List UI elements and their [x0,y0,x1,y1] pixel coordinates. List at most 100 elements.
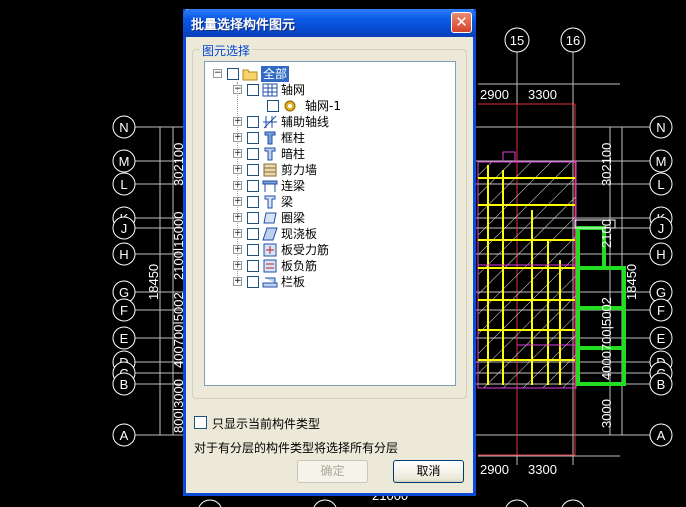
svg-text:A: A [120,428,129,443]
svg-text:H: H [119,247,128,262]
right-axis-bubble-b: B [649,372,673,396]
right-axis-bubble-f: F [649,298,673,322]
aux-axis-icon [262,114,278,130]
tree-checkbox[interactable] [247,228,259,240]
svg-text:F: F [657,303,665,318]
tree-checkbox[interactable] [247,260,259,272]
gear-icon [282,98,298,114]
tree-checkbox[interactable] [267,100,279,112]
left-axis-bubble-h: H [112,242,136,266]
tree-item-label: 辅助轴线 [281,115,330,129]
svg-text:G: G [656,285,666,300]
tree-item-label: 暗柱 [281,147,306,161]
right-axis-bubbles: NMLKJHGFEDCBA [649,115,673,447]
tree-item-label: 全部 [261,66,290,82]
left-total-dim: 18450 [146,264,161,300]
dialog-title: 批量选择构件图元 [191,18,296,33]
slab-rebar-icon [262,242,278,258]
tree-checkbox[interactable] [247,132,259,144]
expand-icon[interactable]: + [233,277,242,286]
bottom-dim-2900: 2900 [480,462,509,477]
left-axis-bubble-m: M [112,149,136,173]
svg-text:N: N [656,120,665,135]
svg-text:J: J [658,221,665,236]
right-dim-upper: 302100 [599,143,614,186]
tree-item-label: 剪力墙 [281,163,318,177]
ring-beam-icon [262,210,278,226]
tree-checkbox[interactable] [247,164,259,176]
tree-item-label: 轴网 [281,83,306,97]
svg-text:A: A [657,428,666,443]
tree-checkbox[interactable] [247,116,259,128]
svg-text:15: 15 [510,33,524,48]
layer-note: 对于有分层的构件类型将选择所有分层 [194,441,399,455]
tree-item-label: 梁 [281,195,294,209]
tree-checkbox[interactable] [247,276,259,288]
hidden-column-icon [262,146,278,162]
only-current-type-checkbox[interactable] [194,416,207,429]
ok-button[interactable]: 确定 [297,460,368,483]
left-axis-bubble-e: E [112,326,136,350]
group-label: 图元选择 [200,42,253,59]
axis-bubble-16: 16 [560,27,586,53]
tree-item-label: 现浇板 [281,227,318,241]
right-axis-bubble-l: L [649,172,673,196]
right-axis-bubble-n: N [649,115,673,139]
svg-text:H: H [656,247,665,262]
tree-item-label: 轴网-1 [305,99,341,113]
svg-text:G: G [119,285,129,300]
right-dim-mid: 2100 [599,219,614,248]
svg-text:E: E [657,331,666,346]
right-axis-bubble-a: A [649,423,673,447]
left-axis-bubble-f: F [112,298,136,322]
svg-text:M: M [119,154,130,169]
close-button[interactable]: ✕ [451,12,472,33]
svg-text:B: B [657,377,666,392]
left-axis-bubble-j: J [112,216,136,240]
slab-neg-rebar-icon [262,258,278,274]
tree-checkbox[interactable] [247,148,259,160]
tree-item-label: 圈梁 [281,211,306,225]
left-axis-bubble-b: B [112,372,136,396]
left-axis-bubble-n: N [112,115,136,139]
svg-text:M: M [656,154,667,169]
tree-checkbox[interactable] [247,84,259,96]
svg-text:B: B [120,377,129,392]
tree-checkbox[interactable] [247,212,259,224]
dialog-titlebar[interactable]: 批量选择构件图元 ✕ [183,9,476,37]
column-icon [262,130,278,146]
right-dim-bottom: 3000 [599,399,614,428]
svg-text:N: N [119,120,128,135]
only-current-type-label: 只显示当前构件类型 [212,417,321,431]
left-axis-bubble-l: L [112,172,136,196]
svg-text:L: L [657,177,664,192]
right-total-dim: 18450 [624,264,639,300]
left-axis-bubbles: NMLKJHGFEDCBA [112,115,136,447]
tree-checkbox[interactable] [247,180,259,192]
tree-checkbox[interactable] [247,244,259,256]
right-axis-bubble-m: M [649,149,673,173]
tree-item-label: 框柱 [281,131,306,145]
collapse-icon[interactable]: − [213,69,222,78]
top-dim-2900: 2900 [480,87,509,102]
top-dim-3300: 3300 [528,87,557,102]
right-axis-bubble-j: J [649,216,673,240]
tree-item-label: 板受力筋 [281,243,330,257]
folder-icon [242,66,258,82]
svg-text:L: L [120,177,127,192]
axis-bubble-15: 15 [504,27,530,53]
svg-text:F: F [120,303,128,318]
right-axis-bubble-e: E [649,326,673,350]
slab-hatch-area [477,161,577,389]
tree-item-label: 连梁 [281,179,306,193]
beam-icon [262,194,278,210]
tree-checkbox[interactable] [247,196,259,208]
cancel-button[interactable]: 取消 [393,460,464,483]
bottom-dim-3300: 3300 [528,462,557,477]
svg-text:E: E [120,331,129,346]
right-axis-bubble-h: H [649,242,673,266]
element-tree[interactable]: − 全部 − 轴网 轴网-1 + 辅助轴线 + 框柱 + 暗柱 + 剪力墙 + 连梁 + 梁 + 圈梁 + 现浇板 + 板受… [204,61,456,386]
batch-select-dialog: 批量选择构件图元 ✕ 图元选择 − 全部 − 轴网 轴网-1 + 辅助轴线 + 框柱 + 暗柱 + 剪力… [183,9,476,496]
tree-item-label: 板负筋 [281,259,318,273]
tree-checkbox[interactable] [227,68,239,80]
